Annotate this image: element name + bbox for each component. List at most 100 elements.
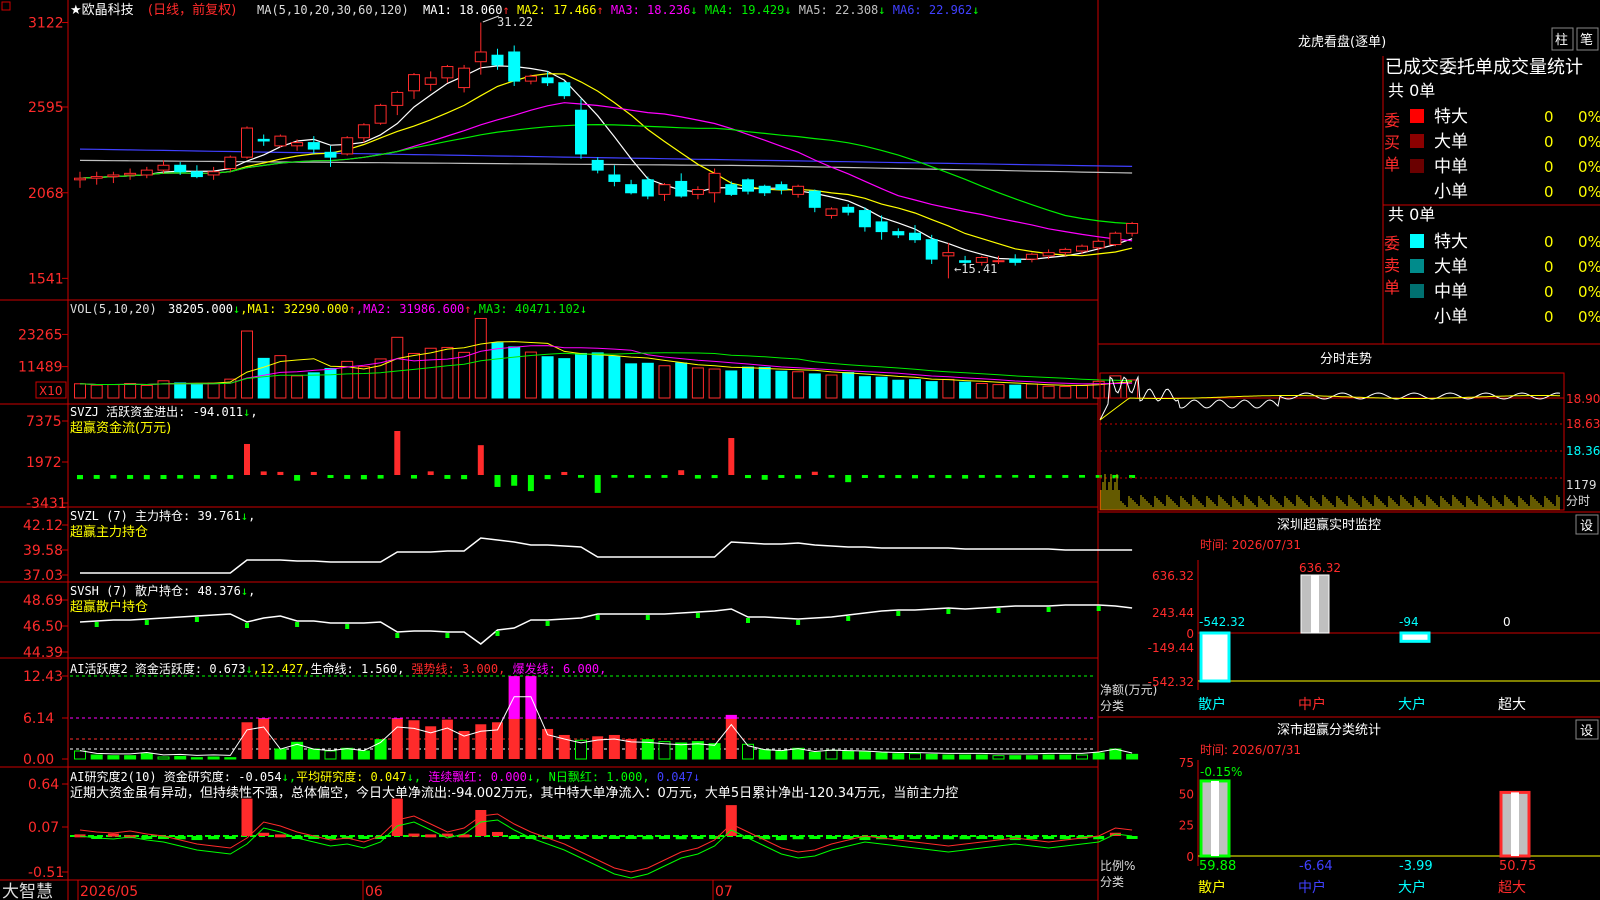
activity-value-part: 爆发线: 6.000, — [513, 661, 607, 676]
svsh-tick-label: 44.39 — [23, 645, 63, 661]
svzj-bar — [344, 475, 351, 479]
svzl-plot — [80, 537, 1133, 574]
svzj-value-part: -94.011 — [193, 405, 244, 419]
svsh-marker — [545, 621, 550, 626]
volume-bar — [458, 351, 471, 399]
candle-body — [124, 172, 137, 176]
candle-body — [391, 91, 404, 106]
menu-icon[interactable] — [1, 1, 11, 11]
dt-row-name: 大单 — [1434, 132, 1468, 152]
candle-body — [742, 179, 754, 192]
mc-tick-label: 0 — [1186, 850, 1194, 864]
candle-body — [1025, 253, 1038, 260]
svzj-value-part: SVZJ 活跃资金进出: — [70, 404, 193, 419]
dt-row-pct: 0% — [1578, 133, 1600, 151]
ma-label: MA(5,10,20,30,60,120) — [257, 3, 409, 17]
volume-bar — [992, 384, 1005, 399]
candle-body — [608, 174, 621, 182]
research-tick-label: 0.64 — [28, 777, 59, 793]
svzj-tick-label: 1972 — [26, 455, 62, 471]
dt-row-count: 0 — [1544, 133, 1554, 151]
volume-bar — [942, 378, 955, 399]
candle-body — [357, 124, 370, 139]
intraday-price-tick: 18.36 — [1566, 444, 1600, 458]
sz-bar — [1199, 631, 1231, 683]
candle-body — [909, 232, 921, 241]
svzj-bar — [127, 475, 134, 479]
svzj-bar — [861, 475, 868, 478]
activity-bar — [441, 719, 453, 759]
candle-body — [892, 231, 905, 236]
candle-body — [1126, 223, 1139, 234]
research-bar — [1026, 836, 1038, 840]
svsh-marker — [1046, 607, 1051, 612]
volume-bar — [792, 371, 805, 399]
svzj-bar — [77, 475, 83, 480]
sz-tick-label: -542.32 — [1148, 675, 1194, 689]
market-settings-button[interactable]: 设 — [1580, 724, 1593, 739]
intraday-frame — [1099, 372, 1565, 511]
activity-bar — [842, 750, 855, 760]
svzl-line — [80, 537, 1133, 574]
research-value-part: 0.000 — [491, 770, 527, 784]
activity-bar — [1126, 753, 1139, 760]
svzj-bar — [1095, 475, 1102, 478]
mc-bar-label: 59.88 — [1199, 859, 1236, 874]
activity-bar — [792, 747, 805, 760]
stock-title: ★欧晶科技 — [70, 3, 134, 18]
svzj-bar — [427, 471, 434, 475]
candle-body — [74, 177, 86, 181]
svsh-subtitle: 超赢散户持仓 — [70, 599, 148, 615]
svzl-tick-label: 37.03 — [23, 568, 63, 584]
bar-mode-button[interactable]: 柱 — [1555, 33, 1568, 48]
vol-unit-badge: X10 — [39, 384, 63, 398]
research-bar — [775, 836, 787, 841]
dt-swatch — [1410, 109, 1424, 123]
svzj-bar — [945, 475, 952, 479]
candle-body — [842, 206, 855, 213]
research-bar — [224, 836, 236, 839]
research-bar — [208, 836, 220, 840]
svzj-value-part: , — [250, 405, 257, 419]
activity-bar — [725, 714, 737, 759]
shenzhen-time-label: 时间: 2026/07/31 — [1200, 538, 1301, 552]
activity-bar — [90, 754, 103, 760]
svzj-bar — [795, 475, 802, 479]
candle-body — [675, 180, 688, 197]
activity-bar — [808, 751, 821, 760]
vol-y-axis: 23265 11489 — [18, 327, 68, 376]
svzl-value-part: 39.761 — [197, 509, 240, 523]
activity-tick-label: 0.00 — [23, 752, 54, 768]
candle-body — [341, 137, 354, 155]
activity-burst-cap — [725, 714, 737, 719]
svzj-bar — [110, 475, 117, 479]
activity-bar — [157, 756, 170, 760]
dt-row-name: 小单 — [1434, 307, 1468, 327]
svzj-bar — [644, 475, 651, 479]
sell-group-label-char: 卖 — [1384, 256, 1400, 275]
svsh-marker — [495, 631, 500, 636]
research-bar — [592, 836, 604, 839]
ma-value-part: 18.060 — [459, 3, 502, 17]
activity-value-part: 生命线: — [311, 661, 361, 676]
sz-tick-label: 0 — [1186, 627, 1194, 641]
svzj-bar — [912, 475, 918, 479]
candle-body — [825, 208, 838, 216]
svzj-bar — [845, 475, 852, 483]
svzj-bar — [761, 475, 768, 480]
dt-row-pct: 0% — [1578, 283, 1600, 301]
svzj-bar — [511, 475, 518, 486]
research-bar — [492, 831, 503, 836]
volume-bar — [291, 375, 304, 399]
shenzhen-settings-button[interactable]: 设 — [1580, 519, 1593, 534]
svzj-bar — [611, 475, 618, 478]
research-y-axis: 0.64 0.07 -0.51 — [28, 777, 68, 881]
dt-swatch — [1410, 259, 1424, 273]
activity-bar — [1059, 754, 1072, 760]
svzl-value-part: ↓ — [241, 509, 248, 523]
stroke-mode-button[interactable]: 笔 — [1580, 32, 1593, 48]
research-plot — [70, 798, 1138, 879]
volume-bar — [357, 366, 370, 399]
svzj-bar — [995, 475, 1002, 478]
activity-bar — [875, 752, 888, 760]
